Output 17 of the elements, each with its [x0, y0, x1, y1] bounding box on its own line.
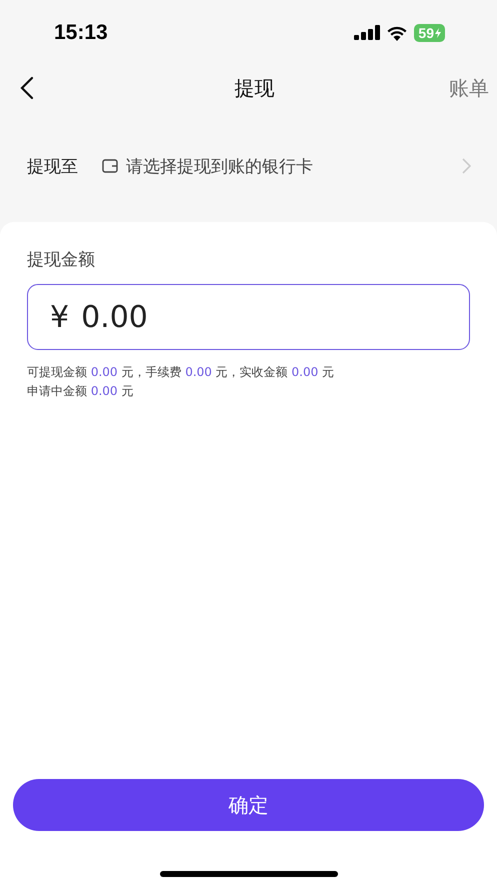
- card-icon: [102, 159, 118, 173]
- amount-info-text: 可提现金额 0.00 元，手续费 0.00 元，实收金额 0.00 元: [27, 364, 336, 381]
- battery-indicator: 59: [414, 24, 445, 42]
- amount-input[interactable]: 0.00: [81, 300, 447, 334]
- chevron-icon: [462, 158, 471, 174]
- withdraw-to-label: 提现至: [27, 156, 78, 178]
- amount-field[interactable]: ¥ 0.00: [27, 284, 470, 350]
- bill-link[interactable]: 账单: [449, 74, 489, 102]
- status-time: 15:13: [54, 21, 108, 45]
- page-title: 提现: [234, 74, 274, 102]
- amount-info-text: 申请中金额 0.00 元: [27, 383, 134, 400]
- confirm-button[interactable]: 确定: [13, 779, 484, 831]
- amount-label: 提现金额: [27, 249, 96, 271]
- signal-icon: [354, 25, 380, 41]
- back-icon[interactable]: [20, 76, 34, 100]
- bank-card-selector[interactable]: 请选择提现到账的银行卡: [126, 154, 313, 178]
- wifi-icon: [387, 26, 408, 40]
